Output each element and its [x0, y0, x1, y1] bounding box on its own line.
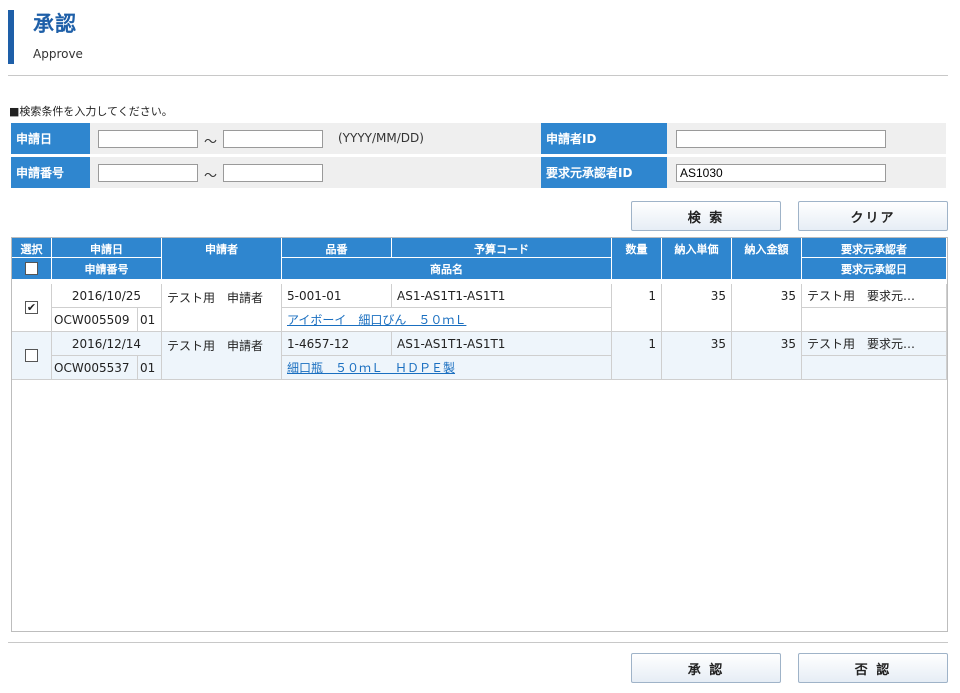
- amount-cell: 35: [732, 284, 802, 332]
- apply-date-cell: 2016/12/14: [52, 332, 162, 356]
- part-no-cell: 1-4657-12: [282, 332, 392, 356]
- unit-price-cell: 35: [662, 284, 732, 332]
- apply-date-tilde: ～: [204, 135, 218, 150]
- product-name-cell: アイボーイ 細口びん ５０ｍＬ: [282, 308, 612, 332]
- product-name-link[interactable]: 細口瓶 ５０ｍＬ ＨＤＰＥ製: [287, 359, 455, 376]
- quantity-cell: 1: [612, 332, 662, 380]
- apply-no-from-input[interactable]: [98, 164, 198, 182]
- product-name-link[interactable]: アイボーイ 細口びん ５０ｍＬ: [287, 311, 466, 328]
- apply-date-from-input[interactable]: [98, 130, 198, 148]
- apply-date-cell: 2016/10/25: [52, 284, 162, 308]
- apply-no-cell: OCW005537: [52, 356, 138, 380]
- requester-approver-cell: テスト用 要求元…: [802, 284, 947, 308]
- col-part-no-header: 品番: [282, 238, 392, 258]
- apply-no-label: 申請番号: [11, 157, 90, 188]
- unit-price-cell: 35: [662, 332, 732, 380]
- clear-button[interactable]: クリア: [798, 201, 948, 231]
- row-select-cell: [12, 332, 52, 380]
- requester-approval-date-cell: [802, 356, 947, 380]
- row-checkbox[interactable]: ✔: [25, 301, 38, 314]
- apply-date-to-input[interactable]: [223, 130, 323, 148]
- apply-date-label: 申請日: [11, 123, 90, 154]
- search-button[interactable]: 検 索: [631, 201, 781, 231]
- budget-code-cell: AS1-AS1T1-AS1T1: [392, 332, 612, 356]
- col-apply-date-header: 申請日: [52, 238, 162, 258]
- col-requester-approver-header: 要求元承認者: [802, 238, 947, 258]
- col-apply-no-header: 申請番号: [52, 258, 162, 280]
- amount-cell: 35: [732, 332, 802, 380]
- row-select-cell: ✔: [12, 284, 52, 332]
- approve-button[interactable]: 承 認: [631, 653, 781, 683]
- requester-approver-id-input[interactable]: [676, 164, 886, 182]
- col-requester-approval-date-header: 要求元承認日: [802, 258, 947, 280]
- quantity-cell: 1: [612, 284, 662, 332]
- footer-divider: [8, 642, 948, 643]
- applicant-cell: テスト用 申請者: [162, 332, 282, 380]
- search-hint: ■検索条件を入力してください。: [9, 105, 173, 118]
- col-applicant-header: 申請者: [162, 238, 282, 280]
- applicant-id-label: 申請者ID: [541, 123, 667, 154]
- select-all-cell: [12, 258, 52, 280]
- col-select-header: 選択: [12, 238, 52, 258]
- part-no-cell: 5-001-01: [282, 284, 392, 308]
- col-quantity-header: 数量: [612, 238, 662, 280]
- header-divider: [8, 75, 948, 76]
- row-checkbox[interactable]: [25, 349, 38, 362]
- page-subtitle: Approve: [33, 47, 83, 61]
- col-unit-price-header: 納入単価: [662, 238, 732, 280]
- page-title: 承認: [33, 12, 77, 36]
- product-name-cell: 細口瓶 ５０ｍＬ ＨＤＰＥ製: [282, 356, 612, 380]
- apply-no-cell: OCW005509: [52, 308, 138, 332]
- requester-approver-id-label: 要求元承認者ID: [541, 157, 667, 188]
- title-accent-bar: [8, 10, 14, 64]
- applicant-cell: テスト用 申請者: [162, 284, 282, 332]
- apply-seq-cell: 01: [138, 308, 162, 332]
- col-budget-code-header: 予算コード: [392, 238, 612, 258]
- requester-approval-date-cell: [802, 308, 947, 332]
- apply-no-tilde: ～: [204, 169, 218, 184]
- reject-button[interactable]: 否 認: [798, 653, 948, 683]
- applicant-id-input[interactable]: [676, 130, 886, 148]
- select-all-checkbox[interactable]: [25, 262, 38, 275]
- budget-code-cell: AS1-AS1T1-AS1T1: [392, 284, 612, 308]
- col-amount-header: 納入金額: [732, 238, 802, 280]
- requester-approver-cell: テスト用 要求元…: [802, 332, 947, 356]
- apply-no-to-input[interactable]: [223, 164, 323, 182]
- apply-seq-cell: 01: [138, 356, 162, 380]
- date-format-hint: (YYYY/MM/DD): [338, 131, 424, 145]
- col-product-name-header: 商品名: [282, 258, 612, 280]
